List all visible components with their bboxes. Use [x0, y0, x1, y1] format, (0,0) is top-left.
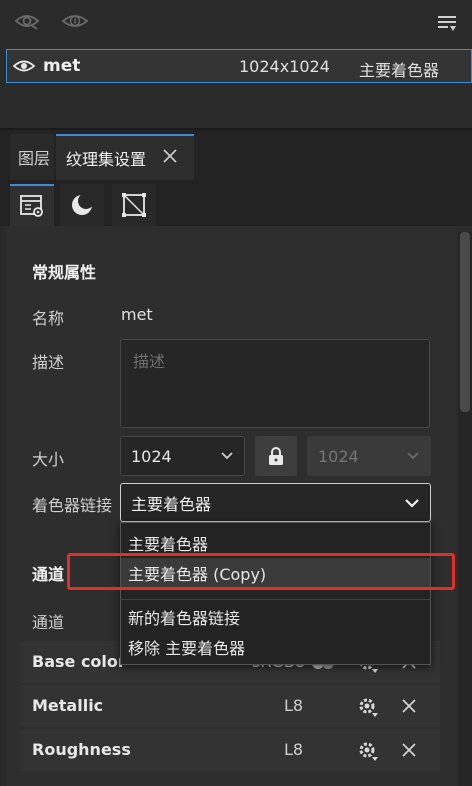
dropdown-item-label: 移除 主要着色器: [128, 639, 246, 658]
channel-format: L8: [284, 696, 304, 715]
dropdown-item-label: 新的着色器链接: [128, 609, 241, 628]
shader-link-select[interactable]: 主要着色器: [120, 483, 431, 522]
viewport-toolbar: [0, 0, 472, 46]
channel-remove-icon[interactable]: [402, 743, 416, 757]
bake-moon-icon: [72, 193, 94, 215]
size-lock-button[interactable]: [255, 436, 297, 476]
channel-header-label: 通道: [32, 613, 65, 632]
panel-tabs: 图层 纹理集设置: [0, 130, 472, 184]
size-width-value: 1024: [131, 446, 172, 466]
dropdown-separator: [121, 599, 430, 600]
subtab-general[interactable]: [10, 184, 54, 226]
texture-set-list: met 1024x1024 主要着色器: [0, 46, 472, 130]
description-input[interactable]: 描述: [120, 339, 430, 428]
subtab-baking[interactable]: [60, 184, 104, 226]
channels-title: 通道: [32, 565, 65, 584]
dropdown-item-remove-shader[interactable]: 移除 主要着色器: [121, 633, 430, 661]
shader-link-label: 着色器链接: [32, 496, 113, 515]
channel-row-metallic[interactable]: Metallic L8: [20, 685, 440, 727]
channel-settings-gear-icon[interactable]: [356, 739, 380, 763]
size-label: 大小: [32, 450, 65, 469]
channel-name: Metallic: [32, 696, 104, 715]
texture-set-size: 1024x1024: [239, 57, 330, 76]
chevron-down-icon: [221, 452, 233, 460]
name-value: met: [121, 305, 153, 324]
lock-icon: [269, 447, 283, 465]
solo-visibility-icon[interactable]: [60, 6, 90, 36]
dropdown-item-new-shader-link[interactable]: 新的着色器链接: [121, 603, 430, 631]
channel-settings-gear-icon[interactable]: [356, 695, 380, 719]
channel-row-roughness[interactable]: Roughness L8: [20, 729, 440, 771]
chevron-down-icon: [407, 452, 419, 460]
settings-sheet-icon: [20, 195, 43, 217]
shader-link-dropdown: 主要着色器 主要着色器 (Copy) 新的着色器链接 移除 主要着色器: [120, 522, 431, 665]
name-label: 名称: [32, 309, 65, 328]
description-placeholder: 描述: [133, 352, 166, 371]
scrollbar-thumb[interactable]: [460, 232, 470, 412]
size-height-value: 1024: [318, 446, 359, 466]
filter-list-icon[interactable]: [432, 8, 462, 38]
channel-name: Roughness: [32, 740, 131, 759]
size-height-select: 1024: [307, 436, 431, 476]
size-width-select[interactable]: 1024: [120, 436, 245, 476]
channel-name: Base color: [32, 652, 126, 671]
texture-set-name: met: [43, 56, 81, 76]
uv-frame-icon: [122, 193, 146, 217]
close-tab-icon[interactable]: [162, 148, 178, 164]
dropdown-item-label: 主要着色器: [128, 535, 209, 554]
visibility-toggle-icon[interactable]: [12, 6, 42, 36]
tab-label: 图层: [18, 149, 51, 168]
highlight-annotation: [67, 553, 455, 590]
description-label: 描述: [32, 353, 65, 372]
texture-set-row[interactable]: met 1024x1024 主要着色器: [6, 49, 472, 83]
tab-layers[interactable]: 图层: [10, 134, 54, 180]
texture-set-shader: 主要着色器: [359, 61, 440, 80]
eye-icon[interactable]: [13, 58, 35, 74]
channel-remove-icon[interactable]: [402, 699, 416, 713]
settings-subtabs: [0, 184, 472, 226]
chevron-down-icon: [405, 498, 419, 508]
shader-link-value: 主要着色器: [131, 494, 212, 514]
channel-format: L8: [284, 740, 304, 759]
general-properties-title: 常规属性: [32, 263, 97, 282]
tab-label: 纹理集设置: [66, 150, 147, 169]
subtab-uv[interactable]: [112, 184, 156, 226]
